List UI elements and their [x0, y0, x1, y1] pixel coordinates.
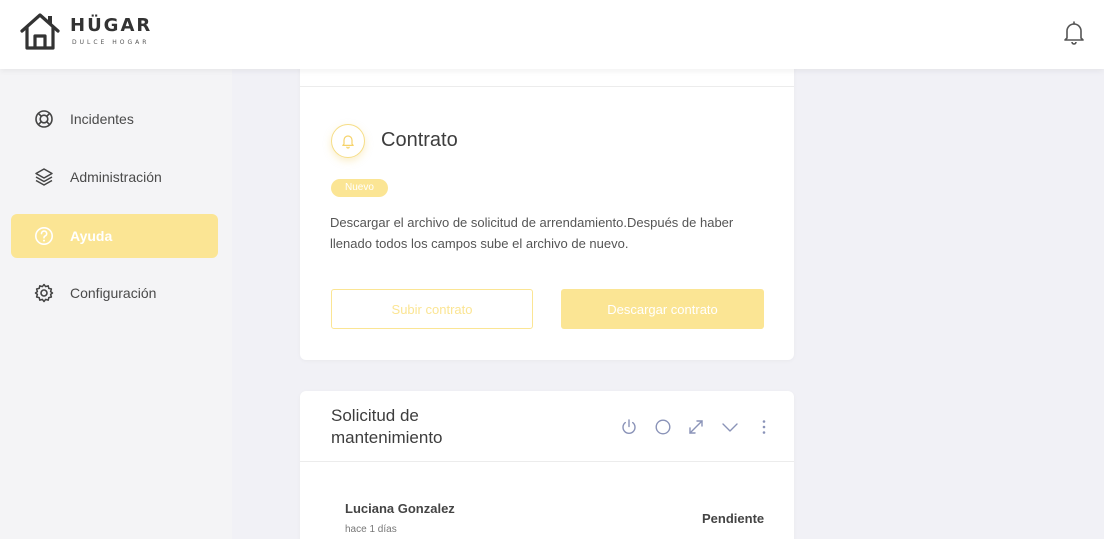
- card-divider: [300, 86, 794, 87]
- logo-title: HÜGAR: [70, 15, 153, 36]
- upload-contract-button[interactable]: Subir contrato: [331, 289, 533, 329]
- maintenance-request-card: Solicitud de mantenimiento Luciana Gonza…: [300, 391, 794, 539]
- sidebar-item-label: Incidentes: [70, 111, 134, 127]
- sidebar-item-ayuda[interactable]: Ayuda: [11, 214, 218, 258]
- expand-icon[interactable]: [687, 418, 705, 436]
- bell-icon: [331, 124, 365, 158]
- top-header: HÜGAR DULCE HOGAR: [0, 0, 1104, 69]
- sidebar-item-administracion[interactable]: Administración: [11, 155, 218, 199]
- sidebar-item-label: Ayuda: [70, 228, 113, 244]
- logo-subtitle: DULCE HOGAR: [72, 39, 150, 46]
- lifebuoy-icon: [34, 109, 54, 129]
- request-requester-name: Luciana Gonzalez: [345, 501, 455, 516]
- sidebar-item-configuracion[interactable]: Configuración: [11, 271, 218, 315]
- brand-logo[interactable]: HÜGAR DULCE HOGAR: [18, 10, 152, 52]
- request-status: Pendiente: [702, 511, 765, 526]
- bell-icon: [1064, 21, 1084, 45]
- notifications-button[interactable]: [1062, 20, 1086, 46]
- card-title: Contrato: [381, 129, 458, 151]
- status-badge: Nuevo: [331, 179, 388, 197]
- sidebar: Incidentes Administración Ayuda Configur…: [0, 69, 232, 539]
- chevron-down-icon[interactable]: [721, 418, 739, 436]
- sidebar-item-incidentes[interactable]: Incidentes: [11, 97, 218, 141]
- sidebar-item-label: Configuración: [70, 285, 157, 301]
- layers-icon: [34, 167, 54, 187]
- power-icon[interactable]: [620, 418, 638, 436]
- card-title: Solicitud de mantenimiento: [331, 406, 443, 447]
- card-divider: [300, 461, 794, 462]
- circle-icon[interactable]: [654, 418, 672, 436]
- request-timestamp: hace 1 días: [345, 524, 397, 535]
- gear-icon: [34, 283, 54, 303]
- help-circle-icon: [34, 226, 54, 246]
- sidebar-item-label: Administración: [70, 169, 162, 185]
- house-logo-icon: [20, 13, 60, 50]
- more-vertical-icon[interactable]: [755, 418, 773, 436]
- download-contract-button[interactable]: Descargar contrato: [561, 289, 764, 329]
- card-description: Descargar el archivo de solicitud de arr…: [330, 215, 734, 251]
- contrato-card: Contrato Nuevo Descargar el archivo de s…: [300, 60, 794, 360]
